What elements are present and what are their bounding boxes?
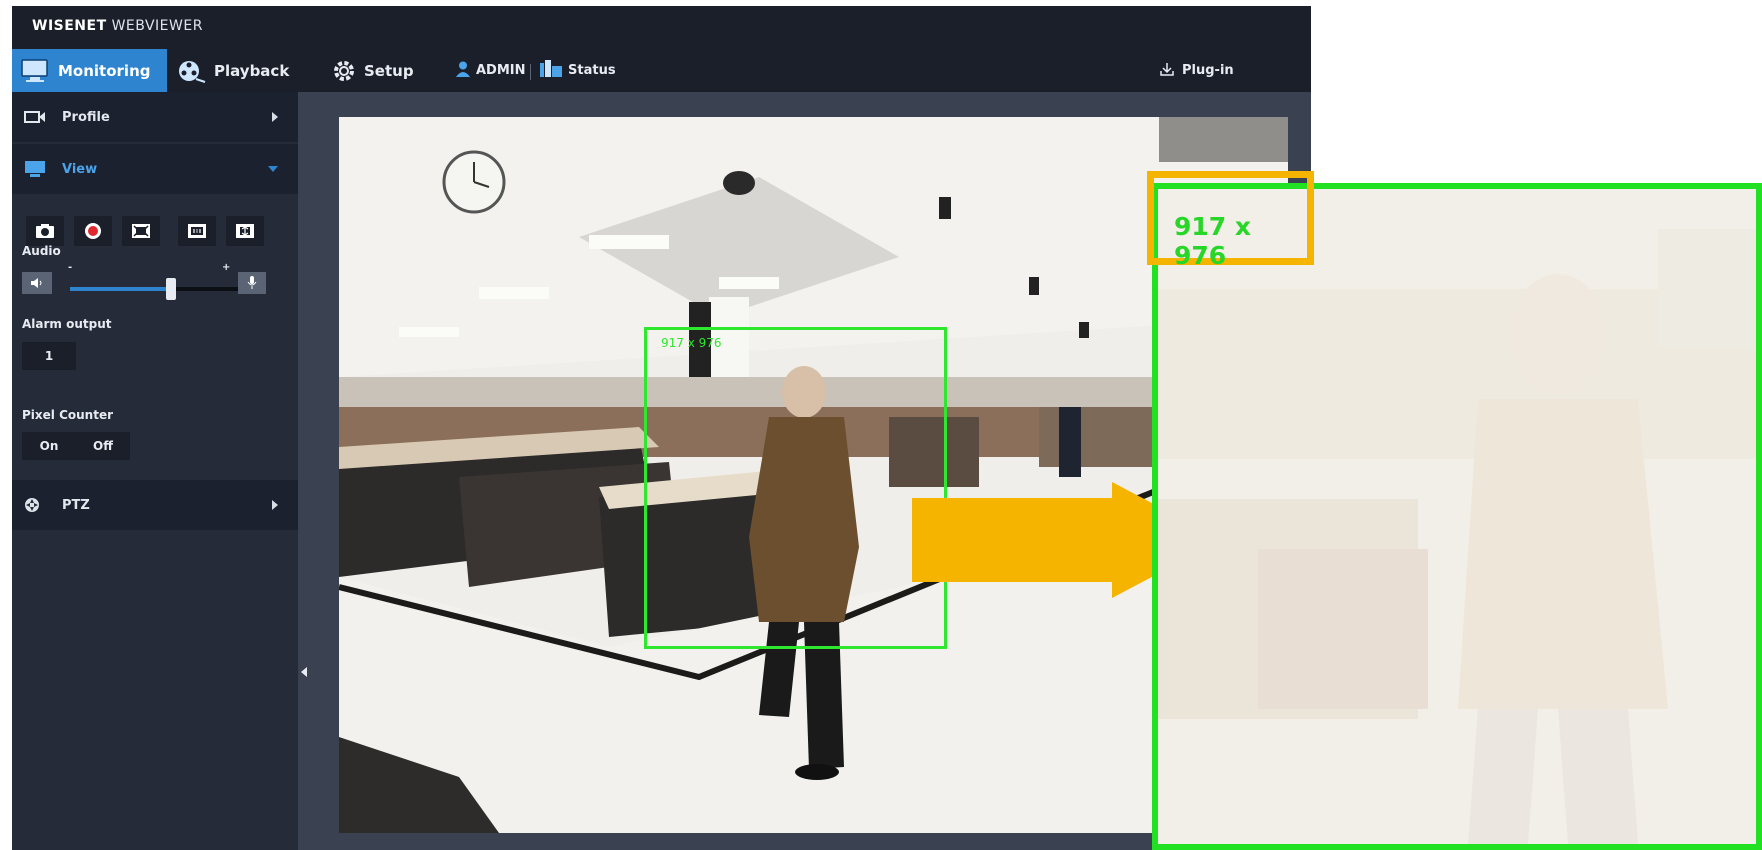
tab-setup[interactable]: Setup bbox=[324, 49, 434, 92]
zoomed-scene-image bbox=[1158, 189, 1756, 844]
audio-volume-slider[interactable] bbox=[70, 278, 238, 300]
status-link[interactable]: Status bbox=[540, 49, 616, 92]
speaker-button[interactable] bbox=[22, 272, 52, 294]
status-label: Status bbox=[568, 63, 616, 78]
chevron-down-icon bbox=[268, 166, 278, 172]
profile-label: Profile bbox=[62, 109, 110, 125]
record-icon bbox=[85, 223, 101, 239]
pixel-box-readout: 917 x 976 bbox=[661, 336, 722, 350]
ptz-icon bbox=[24, 497, 46, 513]
audio-minus: - bbox=[68, 262, 73, 273]
one-to-one-icon bbox=[188, 224, 206, 238]
film-reel-icon bbox=[176, 59, 206, 83]
view-section[interactable]: View bbox=[12, 144, 298, 194]
audio-slider-thumb[interactable] bbox=[165, 278, 176, 300]
microphone-button[interactable] bbox=[238, 272, 266, 294]
view-label: View bbox=[62, 161, 98, 177]
pixel-counter-box[interactable]: 917 x 976 bbox=[644, 327, 947, 649]
brand-subtitle: WEBVIEWER bbox=[106, 18, 203, 34]
collapse-left-icon bbox=[301, 667, 307, 677]
plugin-label: Plug-in bbox=[1182, 63, 1234, 78]
tab-label: Setup bbox=[364, 61, 414, 80]
alarm-output-button-1[interactable]: 1 bbox=[22, 342, 76, 370]
user-name: ADMIN bbox=[476, 63, 526, 78]
tab-playback[interactable]: Playback bbox=[168, 49, 308, 92]
sidebar-collapse-handle[interactable] bbox=[298, 92, 310, 850]
gear-icon bbox=[332, 59, 356, 83]
user-icon bbox=[456, 61, 470, 81]
tab-label: Monitoring bbox=[58, 61, 151, 80]
tab-monitoring[interactable]: Monitoring bbox=[12, 49, 167, 92]
alarm-output-label: Alarm output bbox=[22, 317, 112, 331]
audio-slider-fill bbox=[70, 287, 171, 291]
audio-plus: + bbox=[222, 262, 231, 273]
plugin-link[interactable]: Plug-in bbox=[1160, 49, 1234, 92]
live-video-feed[interactable]: 917 x 976 bbox=[339, 117, 1288, 833]
pixel-counter-off-button[interactable]: Off bbox=[76, 432, 130, 460]
snapshot-button[interactable] bbox=[26, 216, 64, 246]
nav-divider bbox=[530, 64, 531, 80]
pixel-counter-on-button[interactable]: On bbox=[22, 432, 76, 460]
camera-snapshot-icon bbox=[36, 224, 54, 238]
zoom-readout-text: 917 x 976 bbox=[1174, 212, 1252, 270]
original-size-button[interactable] bbox=[178, 216, 216, 246]
fit-screen-button[interactable] bbox=[122, 216, 160, 246]
microphone-icon bbox=[247, 276, 257, 289]
profile-section[interactable]: Profile bbox=[12, 92, 298, 142]
tab-label: Playback bbox=[214, 61, 290, 80]
monitor-icon bbox=[20, 58, 50, 83]
control-sidebar: Profile View Audio - + Alarm output 1 Pi… bbox=[12, 92, 298, 850]
chevron-right-icon bbox=[272, 500, 278, 510]
fit-screen-icon bbox=[132, 224, 150, 238]
download-icon bbox=[1160, 62, 1174, 80]
monitor-icon bbox=[24, 161, 46, 177]
ptz-section[interactable]: PTZ bbox=[12, 480, 298, 530]
user-admin-link[interactable]: ADMIN bbox=[456, 49, 526, 92]
app-title: WISENET WEBVIEWER bbox=[12, 6, 1311, 46]
pixel-counter-label: Pixel Counter bbox=[22, 408, 114, 422]
ptz-label: PTZ bbox=[62, 497, 90, 513]
zoom-readout-highlight: 917 x 976 bbox=[1147, 171, 1314, 270]
record-button[interactable] bbox=[74, 216, 112, 246]
fullscreen-icon bbox=[236, 224, 254, 238]
chevron-right-icon bbox=[272, 112, 278, 122]
camera-icon bbox=[24, 109, 46, 125]
main-navbar: Monitoring Playback Setup ADMIN Status P… bbox=[12, 46, 1311, 92]
status-icon bbox=[540, 59, 562, 82]
audio-label: Audio bbox=[22, 244, 61, 258]
brand-logo-text: WISENET bbox=[32, 18, 107, 34]
speaker-icon bbox=[31, 278, 42, 288]
zoom-callout-panel bbox=[1152, 183, 1762, 850]
fullscreen-button[interactable] bbox=[226, 216, 264, 246]
